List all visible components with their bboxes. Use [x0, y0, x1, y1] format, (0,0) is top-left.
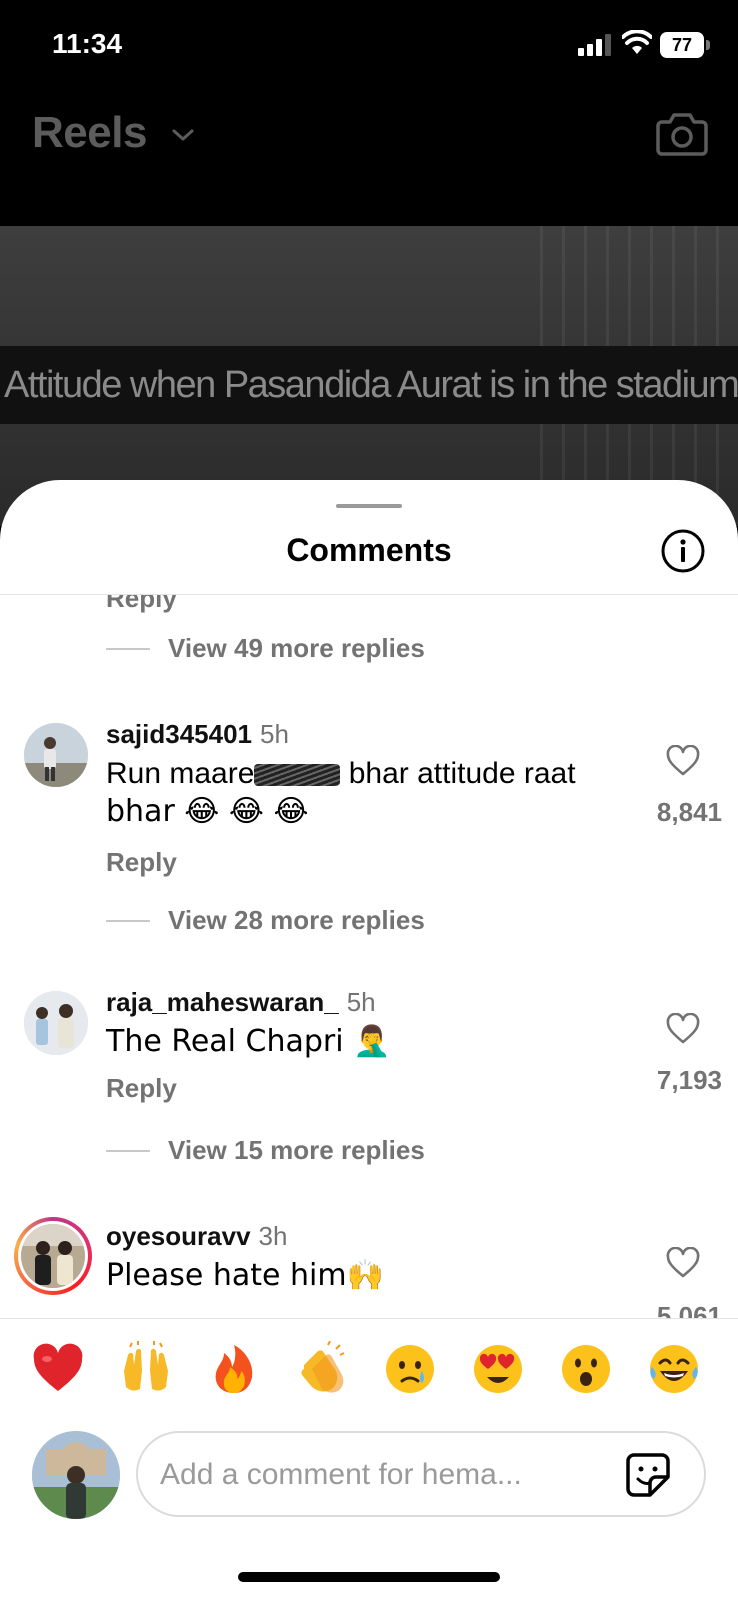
tears-of-joy-emoji-icon[interactable] — [646, 1341, 702, 1397]
replies-divider — [106, 648, 150, 650]
comment-time: 5h — [260, 719, 289, 749]
video-caption: Attitude when Pasandida Aurat is in the … — [0, 346, 738, 424]
info-icon[interactable] — [660, 528, 706, 574]
reels-header: Reels — [0, 92, 738, 226]
reels-title[interactable]: Reels — [32, 108, 147, 158]
replies-divider — [106, 1150, 150, 1152]
my-avatar[interactable] — [32, 1431, 120, 1519]
comment-username[interactable]: raja_maheswaran_ 5h — [106, 987, 376, 1018]
comment-username[interactable]: oyesouravv 3h — [106, 1221, 287, 1252]
heart-icon[interactable] — [666, 1247, 700, 1279]
like-count: 7,193 — [656, 1065, 722, 1095]
view-replies-label: View 49 more replies — [168, 633, 425, 663]
clapping-hands-emoji-icon[interactable] — [294, 1341, 350, 1397]
cellular-signal-icon — [578, 34, 611, 56]
emoji-quick-bar — [0, 1319, 738, 1423]
fire-emoji-icon[interactable] — [206, 1341, 262, 1397]
wifi-icon — [622, 30, 652, 54]
comment-text-part: bhar 😂 😂 😂 — [106, 794, 309, 829]
avatar[interactable] — [24, 991, 88, 1055]
username-text[interactable]: sajid345401 — [106, 719, 252, 749]
reply-button[interactable]: Reply — [106, 595, 177, 614]
crying-face-emoji-icon[interactable] — [382, 1341, 438, 1397]
raising-hands-emoji-icon[interactable] — [118, 1341, 174, 1397]
comment-text: The Real Chapri 🤦‍♂️ — [106, 1024, 391, 1059]
comment-username[interactable]: sajid345401 5h — [106, 719, 289, 750]
comment-time: 5h — [346, 987, 376, 1017]
avatar[interactable] — [21, 1224, 85, 1288]
like-count: 8,841 — [656, 797, 722, 827]
reply-button[interactable]: Reply — [106, 1073, 177, 1104]
camera-icon[interactable] — [656, 110, 708, 156]
replies-divider — [106, 920, 150, 922]
heart-eyes-emoji-icon[interactable] — [470, 1341, 526, 1397]
scribble-redaction — [254, 764, 341, 787]
comment-text-part: bhar attitude raat — [340, 757, 576, 790]
battery-icon: 77 — [660, 32, 712, 58]
status-bar: 11:34 77 — [0, 0, 738, 92]
comment-text: Run maare bhar attitude raat bhar 😂 😂 😂 — [106, 755, 626, 831]
comment-input[interactable] — [160, 1451, 610, 1499]
red-heart-emoji-icon[interactable] — [30, 1341, 86, 1397]
comment-time: 3h — [258, 1221, 288, 1251]
story-ring[interactable] — [14, 1217, 92, 1295]
heart-icon[interactable] — [666, 1013, 700, 1045]
username-text[interactable]: oyesouravv — [106, 1221, 251, 1251]
username-text[interactable]: raja_maheswaran_ — [106, 987, 339, 1017]
home-indicator — [238, 1572, 500, 1582]
sheet-title: Comments — [286, 532, 452, 568]
comment-input-box[interactable] — [136, 1431, 706, 1517]
drag-handle[interactable] — [336, 504, 402, 508]
view-replies-label: View 15 more replies — [168, 1135, 425, 1165]
view-replies-label: View 28 more replies — [168, 905, 425, 935]
chevron-down-icon[interactable] — [170, 126, 196, 144]
surprised-face-emoji-icon[interactable] — [558, 1341, 614, 1397]
sticker-icon[interactable] — [624, 1451, 672, 1499]
status-time: 11:34 — [52, 28, 123, 59]
avatar[interactable] — [24, 723, 88, 787]
comment-text: Please hate him🙌 — [106, 1258, 384, 1293]
battery-level: 77 — [660, 32, 704, 58]
comments-list[interactable]: Reply View 49 more replies sajid345401 5h — [0, 595, 738, 1437]
reply-button[interactable]: Reply — [106, 847, 177, 878]
comment-item: raja_maheswaran_ 5h The Real Chapri 🤦‍♂️ … — [0, 975, 738, 1207]
heart-icon[interactable] — [666, 745, 700, 777]
comment-item: sajid345401 5h Run maare bhar attitude ra… — [0, 707, 738, 977]
comment-text-part: Run maare — [106, 757, 255, 790]
